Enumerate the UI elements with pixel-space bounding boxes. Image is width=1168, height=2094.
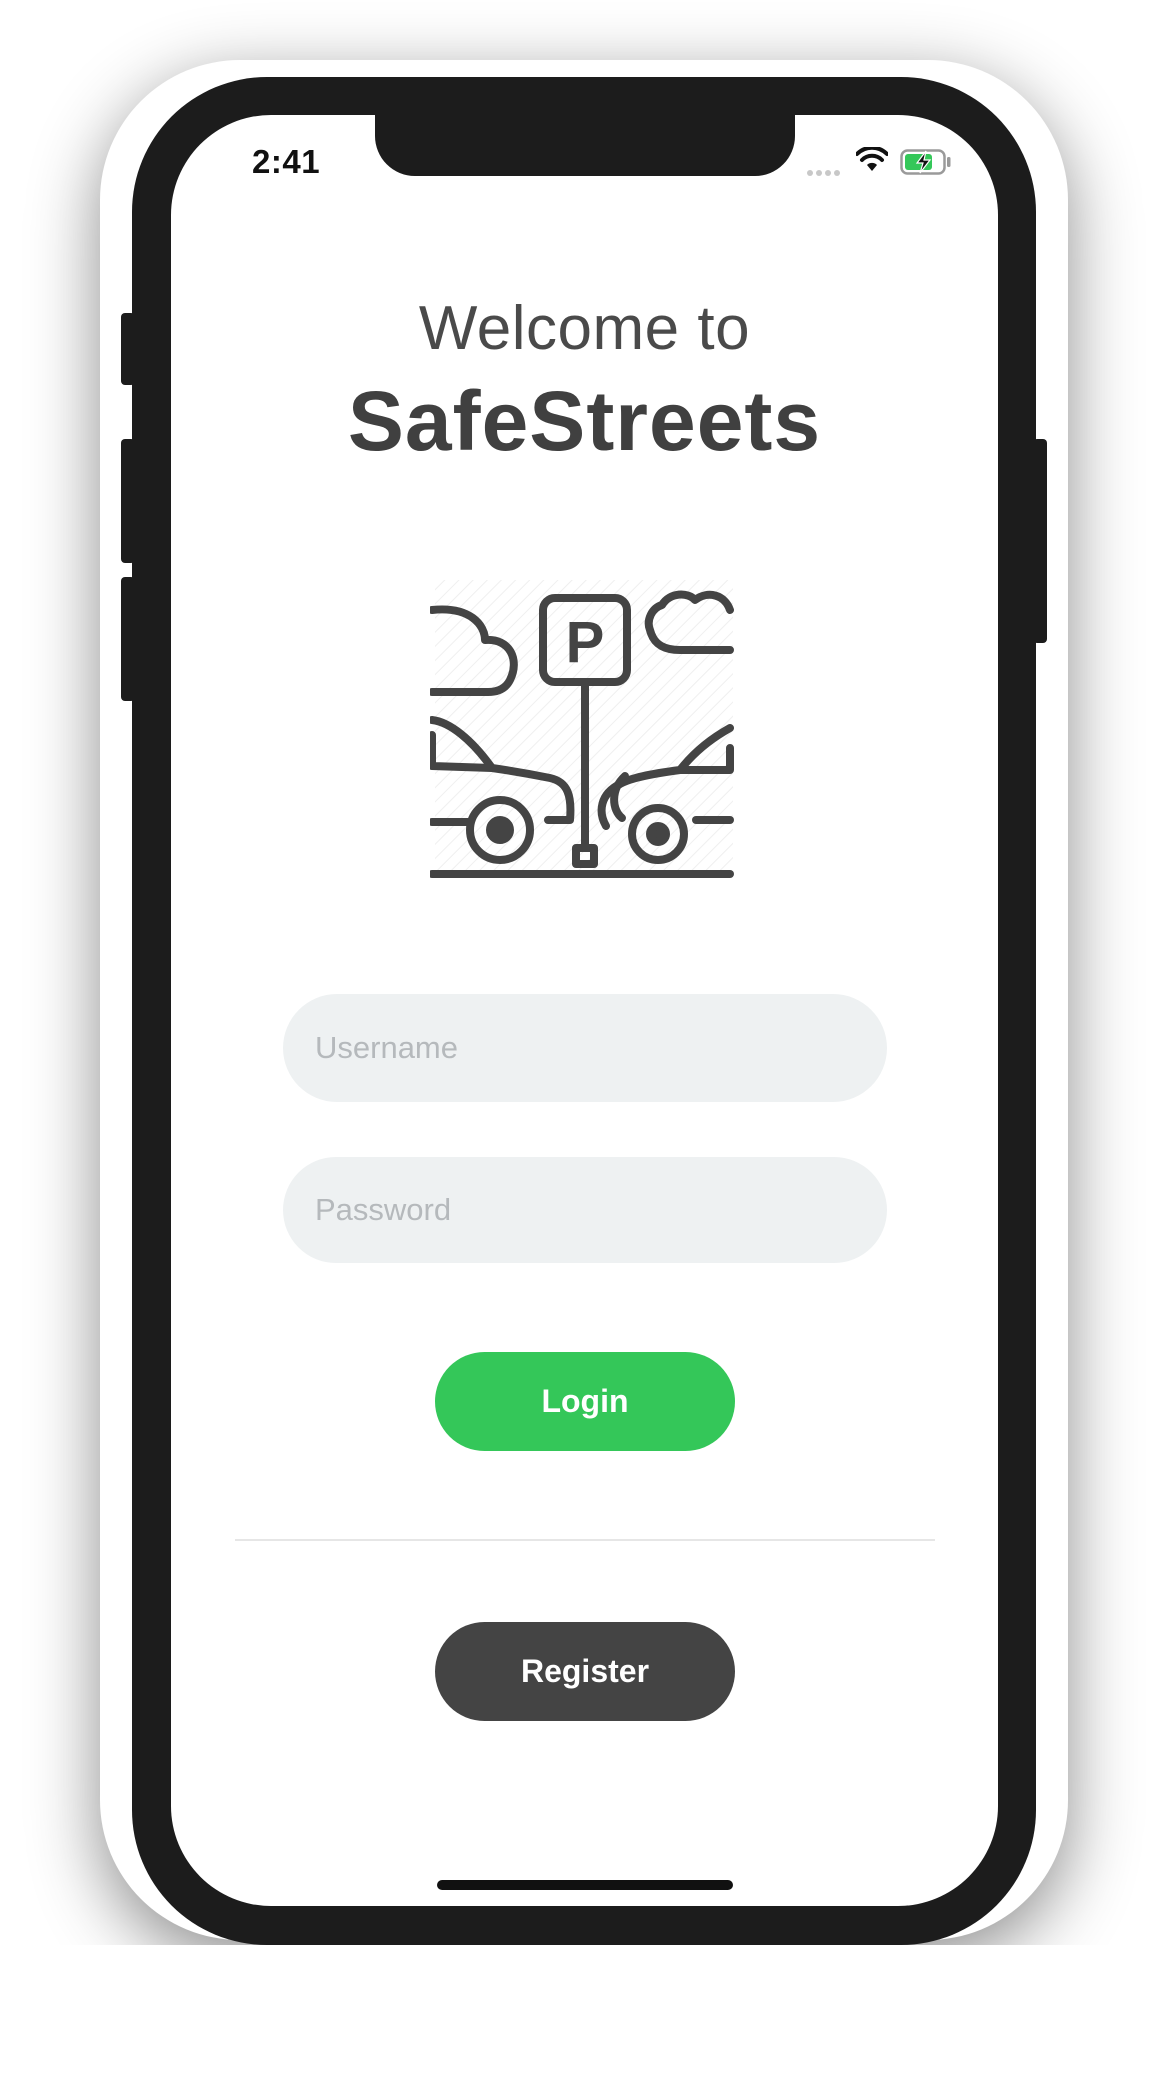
app-preview-stage: 2:41 Welcome to SafeStreets P Username L…: [0, 0, 1168, 2094]
register-button[interactable]: Register: [435, 1622, 735, 1721]
battery-charging-icon: [900, 149, 951, 175]
home-indicator: [437, 1880, 733, 1890]
welcome-heading: Welcome to: [418, 294, 751, 363]
wifi-icon: [856, 147, 888, 171]
app-title: SafeStreets: [347, 374, 822, 468]
username-field[interactable]: [283, 994, 887, 1102]
signal-dots-icon: [807, 163, 843, 181]
stage-floor: [0, 1945, 1168, 2094]
parking-lot-icon: P: [430, 580, 734, 878]
status-time: 2:41: [252, 143, 321, 180]
phone-screen: 2:41 Welcome to SafeStreets P Username L…: [171, 115, 998, 1906]
parking-sign-letter: P: [566, 610, 605, 675]
login-button[interactable]: Login: [435, 1352, 735, 1451]
divider: [235, 1539, 935, 1541]
status-icons: [807, 143, 957, 179]
notch: [375, 115, 795, 176]
password-field[interactable]: [283, 1157, 887, 1263]
